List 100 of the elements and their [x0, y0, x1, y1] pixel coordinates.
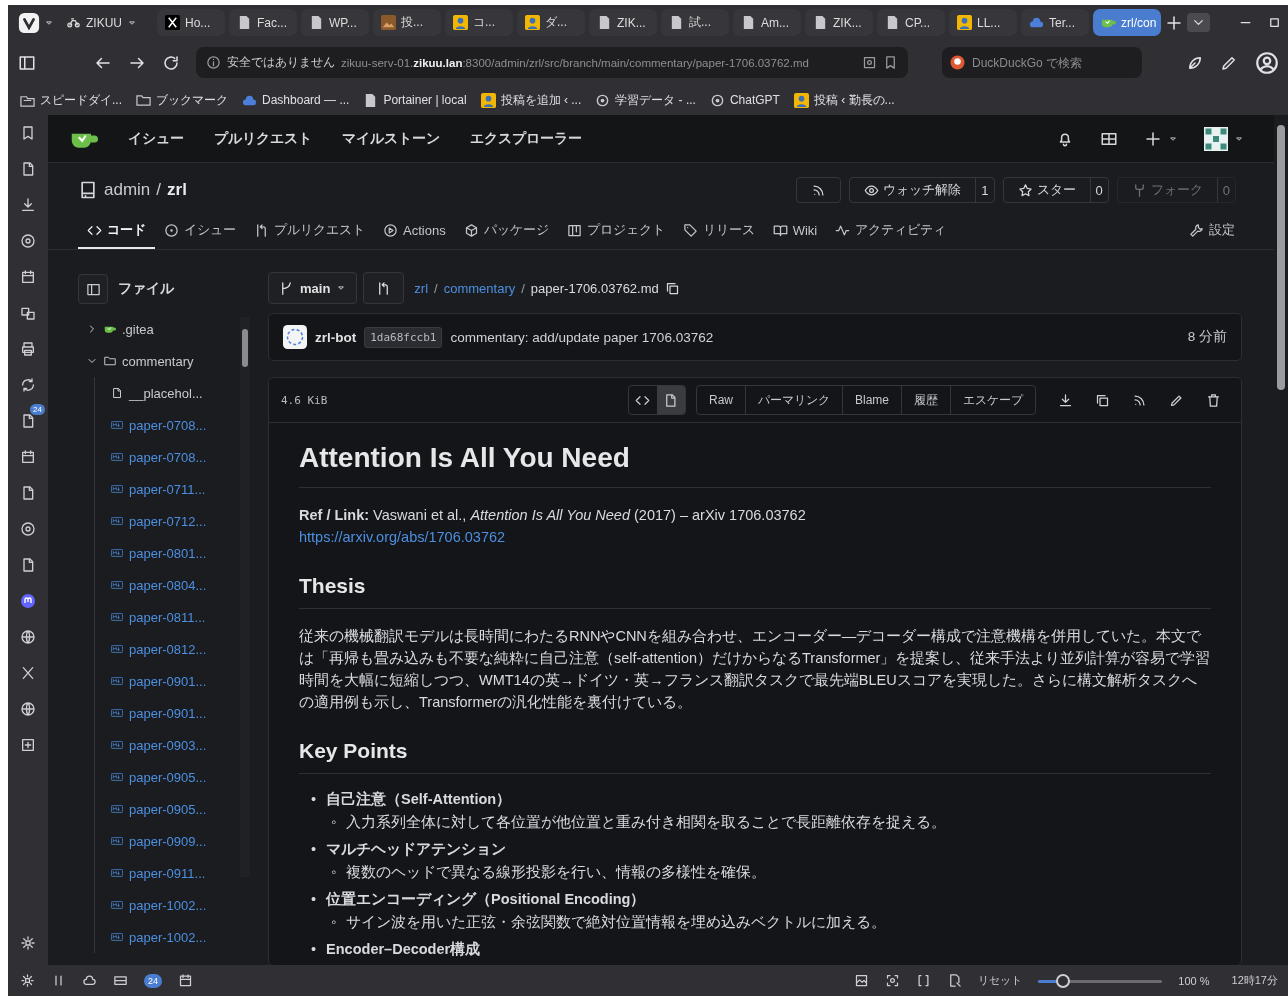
repo-tab[interactable]: リリース — [673, 213, 764, 249]
brackets-icon[interactable] — [916, 973, 932, 988]
download-icon[interactable] — [1058, 392, 1073, 408]
sync-icon[interactable] — [20, 377, 36, 393]
tree-item[interactable]: commentary — [78, 345, 236, 377]
bookmark-link[interactable]: スピードダイ... — [20, 91, 122, 109]
browser-tab[interactable]: CP... — [877, 9, 945, 36]
tree-item[interactable]: paper-1002... — [105, 889, 236, 921]
settings-tab[interactable]: 設定 — [1180, 213, 1244, 249]
browser-tab[interactable]: ZIK... — [589, 9, 657, 36]
browser-tab[interactable]: コ... — [445, 9, 513, 36]
translate-icon[interactable] — [20, 305, 36, 321]
tree-item[interactable]: paper-0901... — [105, 697, 236, 729]
tree-item[interactable]: paper-0812... — [105, 633, 236, 665]
document-icon[interactable] — [20, 485, 36, 501]
browser-tab[interactable]: ZIK... — [805, 9, 873, 36]
browser-tab[interactable]: Am... — [733, 9, 801, 36]
browser-tab[interactable]: Fac... — [229, 9, 297, 36]
repo-action-button[interactable]: スター 0 — [1002, 177, 1109, 203]
globe-icon[interactable] — [20, 701, 36, 717]
commit-message[interactable]: commentary: add/update paper 1706.03762 — [450, 329, 714, 345]
compare-button[interactable] — [363, 272, 405, 304]
path-link[interactable]: zrl — [414, 280, 429, 296]
settings-icon[interactable] — [20, 973, 35, 988]
repo-tab[interactable]: イシュー — [155, 213, 245, 249]
capture-icon[interactable] — [862, 55, 877, 70]
repo-tab[interactable]: コード — [78, 213, 155, 249]
browser-tab[interactable]: LL... — [949, 9, 1017, 36]
bookmark-link[interactable]: Portainer | local — [363, 92, 467, 108]
repo-tab[interactable]: プロジェクト — [557, 213, 674, 249]
tree-item[interactable]: .gitea — [78, 313, 236, 345]
browser-tab[interactable]: ダ... — [517, 9, 585, 36]
repo-tab[interactable]: プルリクエスト — [245, 213, 374, 249]
commit-sha[interactable]: 1da68fccb1 — [364, 326, 443, 348]
file-action-button[interactable]: パーマリンク — [746, 386, 843, 414]
page-icon[interactable] — [947, 973, 963, 988]
new-tab-icon[interactable] — [1165, 13, 1183, 32]
capture-icon[interactable] — [885, 973, 901, 988]
trash-icon[interactable] — [1206, 392, 1221, 408]
tree-item[interactable]: paper-0901... — [105, 665, 236, 697]
file-action-button[interactable]: 履歴 — [902, 386, 951, 414]
repo-tab[interactable]: Actions — [374, 213, 455, 249]
user-menu-button[interactable] — [1204, 126, 1244, 151]
settings-icon[interactable] — [20, 935, 36, 951]
sidebar-icon[interactable] — [18, 53, 36, 72]
bookmark-link[interactable]: ブックマーク — [136, 91, 228, 109]
tree-item[interactable]: paper-0708... — [105, 409, 236, 441]
calendar-icon[interactable] — [20, 269, 36, 285]
nav-link[interactable]: プルリクエスト — [214, 129, 312, 148]
sidebar-toggle-button[interactable] — [78, 274, 108, 304]
owner-link[interactable]: admin — [104, 180, 151, 200]
browser-tab[interactable]: zrl/con — [1093, 9, 1161, 36]
slider-thumb[interactable] — [1056, 973, 1071, 988]
copy-icon[interactable] — [664, 280, 680, 296]
printer-icon[interactable] — [20, 341, 36, 357]
file-action-button[interactable]: Raw — [696, 386, 746, 414]
nav-link[interactable]: イシュー — [128, 129, 184, 148]
copy-icon[interactable] — [1095, 392, 1110, 408]
tree-item[interactable]: paper-0811... — [105, 601, 236, 633]
bookmark-icon[interactable] — [20, 125, 36, 141]
tree-item[interactable]: paper-1002... — [105, 921, 236, 953]
bookmark-link[interactable]: ChatGPT — [709, 92, 780, 108]
repo-tab[interactable]: Wiki — [763, 213, 827, 249]
drive-icon[interactable] — [113, 973, 128, 988]
tree-item[interactable]: paper-0801... — [105, 537, 236, 569]
image-icon[interactable] — [854, 973, 870, 988]
tree-item[interactable]: paper-0804... — [105, 569, 236, 601]
browser-tab[interactable]: 投... — [373, 9, 441, 36]
create-menu-button[interactable] — [1144, 129, 1178, 148]
notes-icon[interactable] — [20, 161, 36, 177]
address-field[interactable]: 安全ではありません zikuu-serv-01.zikuu.lan:8300/admin/zrl/src/branch/main/commentary/paper-1706.03762.md — [196, 47, 908, 78]
reset-button[interactable]: リセット — [978, 973, 1023, 988]
path-link[interactable]: commentary — [443, 280, 516, 296]
file-action-button[interactable]: エスケープ — [951, 386, 1035, 414]
document-icon[interactable] — [20, 557, 36, 573]
scrollbar[interactable] — [240, 317, 250, 877]
file-action-button[interactable]: Blame — [843, 386, 902, 414]
zoom-slider[interactable] — [1038, 973, 1163, 988]
search-field[interactable]: DuckDuckGo で検索 — [942, 47, 1142, 78]
scrollbar[interactable] — [1274, 115, 1288, 965]
calendar-icon[interactable] — [178, 973, 193, 988]
bookmark-link[interactable]: 投稿 ‹ 勤長の... — [793, 91, 895, 109]
paper-link[interactable]: https://arxiv.org/abs/1706.03762 — [299, 529, 506, 545]
add-panel-icon[interactable] — [20, 737, 36, 753]
workspace-button[interactable]: ZIKUU — [58, 15, 145, 30]
bookmark-icon[interactable] — [883, 55, 898, 70]
browser-tab[interactable]: 試... — [661, 9, 729, 36]
reload-icon[interactable] — [162, 53, 180, 72]
globe-icon[interactable] — [20, 629, 36, 645]
repo-name-link[interactable]: zrl — [167, 180, 187, 200]
tree-item[interactable]: paper-0905... — [105, 793, 236, 825]
bookmark-link[interactable]: 投稿を追加 ‹ ... — [480, 91, 582, 109]
bookmark-link[interactable]: Dashboard — ... — [242, 92, 350, 108]
calendar-icon[interactable] — [20, 449, 36, 465]
branch-selector[interactable]: main — [268, 272, 358, 304]
bookmark-link[interactable]: 学習データ - ... — [595, 91, 696, 109]
tree-item[interactable]: __placehol... — [105, 377, 236, 409]
profile-icon[interactable] — [1254, 49, 1280, 76]
repo-action-button[interactable]: ウォッチ解除 1 — [849, 177, 995, 203]
browser-tab[interactable]: WP... — [301, 9, 369, 36]
